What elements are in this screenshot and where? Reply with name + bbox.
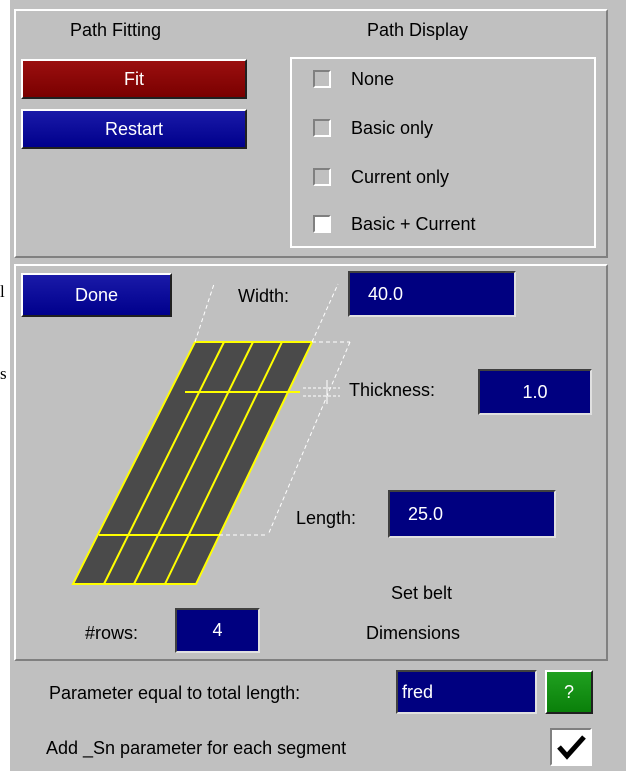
- rows-label: #rows:: [85, 623, 139, 643]
- length-input[interactable]: 25.0: [388, 490, 556, 538]
- width-label: Width:: [238, 286, 290, 306]
- thickness-label: Thickness:: [349, 380, 436, 400]
- belt-fitting-panel: l s Path Fitting Path Display Fit Restar…: [0, 0, 626, 771]
- checkmark-icon: [557, 735, 586, 760]
- parameter-label: Parameter equal to total length:: [49, 683, 301, 703]
- help-button[interactable]: ?: [545, 670, 593, 714]
- length-label: Length:: [296, 508, 357, 528]
- thickness-input[interactable]: 1.0: [478, 369, 592, 415]
- width-dimension-line: [194, 283, 215, 343]
- rows-input[interactable]: 4: [175, 608, 260, 653]
- done-button[interactable]: Done: [21, 273, 172, 317]
- sn-parameter-checkbox[interactable]: [550, 728, 592, 766]
- dimensions-caption: Dimensions: [366, 623, 461, 643]
- parameter-input[interactable]: fred: [396, 670, 537, 714]
- set-belt-caption: Set belt: [391, 583, 453, 603]
- sn-parameter-label: Add _Sn parameter for each segment: [46, 738, 347, 758]
- width-input[interactable]: 40.0: [348, 271, 516, 317]
- width-dimension-line: [311, 283, 339, 343]
